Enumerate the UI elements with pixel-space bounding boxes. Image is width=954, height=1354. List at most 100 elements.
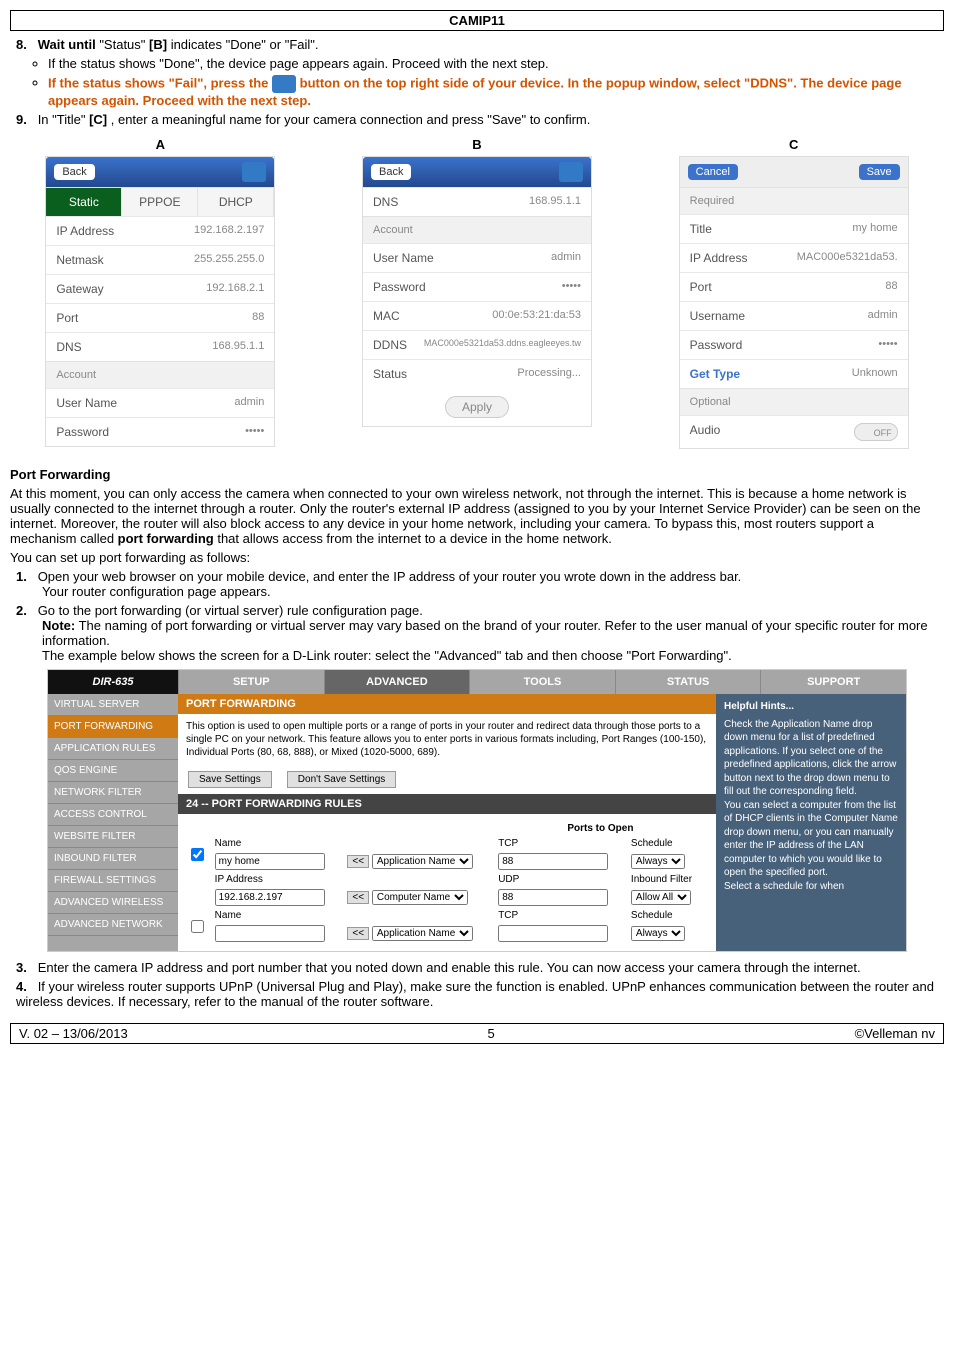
ip-label: IP Address — [690, 251, 748, 265]
app-select[interactable]: Application Name — [372, 926, 473, 941]
rule-checkbox[interactable] — [191, 920, 204, 933]
side-qos[interactable]: QOS ENGINE — [48, 760, 178, 782]
mask-label: Netmask — [56, 253, 103, 267]
side-app-rules[interactable]: APPLICATION RULES — [48, 738, 178, 760]
main-desc: This option is used to open multiple por… — [178, 714, 716, 765]
step-8-ref: [B] — [149, 37, 167, 52]
tcp-input[interactable] — [498, 925, 608, 942]
dlink-screenshot: DIR-635 SETUP ADVANCED TOOLS STATUS SUPP… — [47, 669, 907, 952]
pass-label: Password — [56, 425, 109, 439]
dns-label: DNS — [56, 340, 81, 354]
hints-head: Helpful Hints... — [724, 700, 898, 714]
user-value: admin — [551, 251, 581, 265]
nav-support[interactable]: SUPPORT — [760, 670, 906, 694]
arrow-button[interactable]: << — [347, 927, 369, 940]
ip-value: 192.168.2.197 — [194, 224, 264, 238]
udp-input[interactable] — [498, 889, 608, 906]
status-value: Processing... — [517, 367, 581, 381]
panel-a-label: A — [156, 137, 165, 152]
rule-name-input[interactable] — [215, 853, 325, 870]
step-8-status: "Status" — [99, 37, 149, 52]
back-button[interactable]: Back — [371, 164, 411, 180]
inbound-select[interactable]: Allow All — [631, 890, 691, 905]
pass-value: ••••• — [562, 280, 581, 294]
side-adv-network[interactable]: ADVANCED NETWORK — [48, 914, 178, 936]
arrow-button[interactable]: << — [347, 855, 369, 868]
gettype-label[interactable]: Get Type — [690, 367, 740, 381]
tab-pppoe[interactable]: PPPOE — [122, 187, 198, 216]
port-value[interactable]: 88 — [885, 280, 897, 294]
step-9-num: 9. — [16, 112, 27, 127]
user-value: admin — [234, 396, 264, 410]
pass-label: Password — [690, 338, 743, 352]
panel-c: C Cancel Save Required Titlemy home IP A… — [679, 137, 909, 449]
step-9-post: , enter a meaningful name for your camer… — [111, 112, 591, 127]
pf-step1: Open your web browser on your mobile dev… — [38, 569, 742, 584]
computer-select[interactable]: Computer Name — [372, 890, 468, 905]
side-firewall[interactable]: FIREWALL SETTINGS — [48, 870, 178, 892]
row2-tcp-label: TCP — [497, 909, 628, 922]
main-head: PORT FORWARDING — [178, 694, 716, 714]
nav-advanced[interactable]: ADVANCED — [324, 670, 470, 694]
nav-status[interactable]: STATUS — [615, 670, 761, 694]
col-schedule: Schedule — [630, 837, 704, 850]
side-adv-wireless[interactable]: ADVANCED WIRELESS — [48, 892, 178, 914]
nav-setup[interactable]: SETUP — [178, 670, 324, 694]
mask-value: 255.255.255.0 — [194, 253, 264, 267]
app-logo-icon — [559, 162, 583, 182]
port-label: Port — [56, 311, 78, 325]
ip-input[interactable] — [215, 889, 325, 906]
title-value[interactable]: my home — [852, 222, 897, 236]
save-button[interactable]: Save — [859, 164, 900, 180]
pf-step4: If your wireless router supports UPnP (U… — [16, 979, 934, 1009]
pf-note-label: Note: — [42, 618, 75, 633]
app-select[interactable]: Application Name — [372, 854, 473, 869]
ip-value[interactable]: MAC000e5321da53. — [797, 251, 898, 265]
col-udp: UDP — [497, 873, 628, 886]
pass-value[interactable]: ••••• — [878, 338, 897, 352]
tcp-input[interactable] — [498, 853, 608, 870]
user-value[interactable]: admin — [868, 309, 898, 323]
router-icon — [272, 75, 296, 93]
pf-step2b: The naming of port forwarding or virtual… — [42, 618, 928, 648]
dlink-main: PORT FORWARDING This option is used to o… — [178, 694, 716, 951]
step-9-ref: [C] — [89, 112, 107, 127]
panel-b: B Back DNS168.95.1.1 Account User Namead… — [362, 137, 592, 449]
dont-save-button[interactable]: Don't Save Settings — [287, 771, 397, 788]
pf-para1-tail: that allows access from the internet to … — [217, 531, 612, 546]
row2-name-label: Name — [214, 909, 345, 922]
side-website-filter[interactable]: WEBSITE FILTER — [48, 826, 178, 848]
rule-name-input[interactable] — [215, 925, 325, 942]
hints-body: Check the Application Name drop down men… — [724, 718, 898, 894]
pf-para1-bold: port forwarding — [118, 531, 214, 546]
cancel-button[interactable]: Cancel — [688, 164, 738, 180]
port-label: Port — [690, 280, 712, 294]
port-forwarding-head: Port Forwarding — [10, 467, 944, 482]
schedule-select[interactable]: Always — [631, 926, 685, 941]
back-button[interactable]: Back — [54, 164, 94, 180]
ddns-label: DDNS — [373, 338, 407, 352]
schedule-select[interactable]: Always — [631, 854, 685, 869]
rule-checkbox[interactable] — [191, 848, 204, 861]
side-network-filter[interactable]: NETWORK FILTER — [48, 782, 178, 804]
footer-left: V. 02 – 13/06/2013 — [19, 1026, 128, 1041]
panel-b-label: B — [472, 137, 481, 152]
footer-center: 5 — [488, 1026, 495, 1041]
save-settings-button[interactable]: Save Settings — [188, 771, 272, 788]
arrow-button[interactable]: << — [347, 891, 369, 904]
apply-button[interactable]: Apply — [445, 396, 509, 418]
audio-label: Audio — [690, 423, 721, 441]
dns-value: 168.95.1.1 — [212, 340, 264, 354]
nav-tools[interactable]: TOOLS — [469, 670, 615, 694]
tab-dhcp[interactable]: DHCP — [198, 187, 274, 216]
user-label: User Name — [56, 396, 117, 410]
side-access-control[interactable]: ACCESS CONTROL — [48, 804, 178, 826]
pf-step1-num: 1. — [16, 569, 27, 584]
audio-toggle[interactable]: OFF — [854, 423, 898, 441]
tab-static[interactable]: Static — [46, 187, 122, 216]
side-port-forwarding[interactable]: PORT FORWARDING — [48, 716, 178, 738]
side-inbound-filter[interactable]: INBOUND FILTER — [48, 848, 178, 870]
mac-value: 00:0e:53:21:da:53 — [492, 309, 581, 323]
side-virtual-server[interactable]: VIRTUAL SERVER — [48, 694, 178, 716]
user-label: User Name — [373, 251, 434, 265]
